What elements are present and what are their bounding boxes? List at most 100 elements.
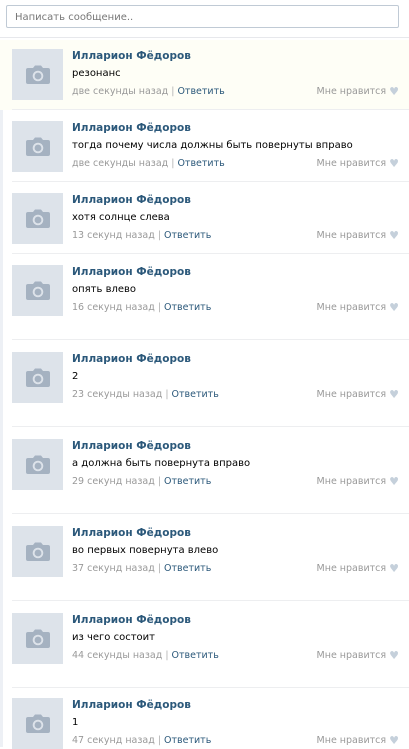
like-button[interactable]: Мне нравится ♥ [317, 389, 399, 400]
camera-icon [25, 209, 50, 228]
meta-separator: | [157, 230, 162, 241]
comment-time[interactable]: 16 секунд назад [72, 302, 155, 313]
heart-icon: ♥ [389, 301, 399, 314]
like-label: Мне нравится [316, 650, 387, 661]
comment-author[interactable]: Илларион Фёдоров [72, 614, 191, 626]
heart-icon: ♥ [389, 475, 399, 488]
comment-item: Илларион Фёдоров во первых повернута вле… [0, 517, 409, 601]
like-button[interactable]: Мне нравится ♥ [317, 158, 399, 169]
heart-icon: ♥ [389, 649, 399, 662]
camera-icon [25, 455, 50, 474]
reply-link[interactable]: Ответить [172, 650, 219, 661]
comment-meta: 23 секунды назад | Ответить [72, 389, 219, 400]
reply-link[interactable]: Ответить [164, 563, 211, 574]
message-input[interactable] [6, 5, 399, 28]
like-button[interactable]: Мне нравится ♥ [317, 650, 399, 661]
reply-link[interactable]: Ответить [164, 302, 211, 313]
comment-meta: 44 секунды назад | Ответить [72, 650, 219, 661]
meta-separator: | [157, 563, 162, 574]
comment-text: резонанс [72, 68, 121, 79]
comment-author[interactable]: Илларион Фёдоров [72, 194, 191, 206]
avatar[interactable] [12, 526, 63, 577]
like-label: Мне нравится [316, 158, 387, 169]
comment-time[interactable]: две секунды назад [72, 158, 168, 169]
comment-author[interactable]: Илларион Фёдоров [72, 50, 191, 62]
comment-text: во первых повернута влево [72, 545, 219, 556]
heart-icon: ♥ [389, 157, 399, 170]
comment-time[interactable]: 44 секунды назад [72, 650, 162, 661]
heart-icon: ♥ [389, 388, 399, 401]
comment-meta: 16 секунд назад | Ответить [72, 302, 211, 313]
comment-author[interactable]: Илларион Фёдоров [72, 699, 191, 711]
comment-meta: 13 секунд назад | Ответить [72, 230, 211, 241]
comment-text: из чего состоит [72, 632, 155, 643]
meta-separator: | [157, 302, 162, 313]
divider [0, 37, 409, 38]
comment-time[interactable]: 23 секунды назад [72, 389, 162, 400]
like-button[interactable]: Мне нравится ♥ [317, 230, 399, 241]
meta-separator: | [157, 476, 162, 487]
comment-meta: 37 секунд назад | Ответить [72, 563, 211, 574]
camera-icon [25, 714, 50, 733]
comment-author[interactable]: Илларион Фёдоров [72, 122, 191, 134]
divider [12, 426, 409, 427]
comment-item: Илларион Фёдоров опять влево 16 секунд н… [0, 256, 409, 340]
heart-icon: ♥ [389, 562, 399, 575]
comment-text: тогда почему числа должны быть повернуты… [72, 140, 353, 151]
meta-separator: | [165, 650, 169, 661]
like-button[interactable]: Мне нравится ♥ [317, 86, 399, 97]
meta-separator: | [171, 86, 175, 97]
reply-link[interactable]: Ответить [164, 476, 211, 487]
comment-text: опять влево [72, 284, 137, 295]
comment-time[interactable]: 29 секунд назад [72, 476, 155, 487]
camera-icon [25, 629, 50, 648]
avatar[interactable] [12, 265, 63, 316]
camera-icon [25, 65, 50, 84]
comment-author[interactable]: Илларион Фёдоров [72, 353, 191, 365]
divider [12, 687, 409, 688]
camera-icon [25, 542, 50, 561]
avatar[interactable] [12, 698, 63, 749]
like-label: Мне нравится [316, 389, 387, 400]
comment-author[interactable]: Илларион Фёдоров [72, 527, 191, 539]
divider [12, 181, 409, 182]
reply-link[interactable]: Ответить [177, 158, 224, 169]
reply-link[interactable]: Ответить [177, 86, 224, 97]
avatar[interactable] [12, 613, 63, 664]
avatar[interactable] [12, 49, 63, 100]
meta-separator: | [157, 735, 162, 746]
comment-time[interactable]: 47 секунд назад [72, 735, 155, 746]
comment-meta: две секунды назад | Ответить [72, 86, 225, 97]
comment-text: а должна быть повернута вправо [72, 458, 251, 469]
camera-icon [25, 281, 50, 300]
message-composer[interactable] [6, 5, 399, 28]
comment-meta: две секунды назад | Ответить [72, 158, 225, 169]
comment-text: 2 [72, 371, 79, 382]
comment-item: Илларион Фёдоров тогда почему числа долж… [0, 112, 409, 182]
comment-time[interactable]: две секунды назад [72, 86, 168, 97]
comment-author[interactable]: Илларион Фёдоров [72, 440, 191, 452]
reply-link[interactable]: Ответить [172, 389, 219, 400]
comment-time[interactable]: 37 секунд назад [72, 563, 155, 574]
avatar[interactable] [12, 439, 63, 490]
like-label: Мне нравится [316, 230, 387, 241]
heart-icon: ♥ [389, 229, 399, 242]
comment-item: Илларион Фёдоров хотя солнце слева 13 се… [0, 184, 409, 254]
comment-meta: 47 секунд назад | Ответить [72, 735, 211, 746]
comment-time[interactable]: 13 секунд назад [72, 230, 155, 241]
divider [12, 253, 409, 254]
reply-link[interactable]: Ответить [164, 735, 211, 746]
comment-item: Илларион Фёдоров а должна быть повернута… [0, 430, 409, 514]
comment-author[interactable]: Илларион Фёдоров [72, 266, 191, 278]
like-label: Мне нравится [316, 302, 387, 313]
avatar[interactable] [12, 193, 63, 244]
avatar[interactable] [12, 352, 63, 403]
avatar[interactable] [12, 121, 63, 172]
comment-item: Илларион Фёдоров резонанс две секунды на… [0, 40, 409, 110]
like-button[interactable]: Мне нравится ♥ [317, 302, 399, 313]
like-button[interactable]: Мне нравится ♥ [317, 563, 399, 574]
reply-link[interactable]: Ответить [164, 230, 211, 241]
like-button[interactable]: Мне нравится ♥ [317, 735, 399, 746]
like-button[interactable]: Мне нравится ♥ [317, 476, 399, 487]
camera-icon [25, 368, 50, 387]
